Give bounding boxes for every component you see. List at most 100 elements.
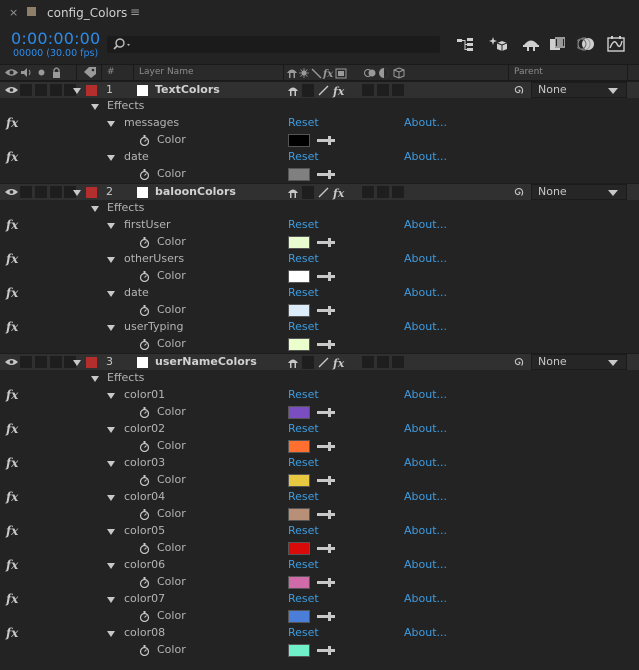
about-link[interactable]: About... xyxy=(404,150,447,163)
composition-mini-flowchart-icon[interactable] xyxy=(456,36,474,52)
effect-name[interactable]: color01 xyxy=(124,388,165,401)
reset-link[interactable]: Reset xyxy=(288,524,319,537)
reset-link[interactable]: Reset xyxy=(288,592,319,605)
stopwatch-icon[interactable] xyxy=(139,169,150,180)
fx-icon[interactable]: fx xyxy=(6,116,18,130)
effects-group-row[interactable]: Effects xyxy=(0,370,639,387)
fx-icon[interactable]: fx xyxy=(6,388,18,402)
about-link[interactable]: About... xyxy=(404,286,447,299)
about-link[interactable]: About... xyxy=(404,456,447,469)
effect-twirl-down-icon[interactable] xyxy=(107,563,115,569)
fx-icon[interactable]: fx xyxy=(6,320,18,334)
about-link[interactable]: About... xyxy=(404,388,447,401)
reset-link[interactable]: Reset xyxy=(288,218,319,231)
eyedropper-icon[interactable] xyxy=(317,136,335,145)
effect-twirl-down-icon[interactable] xyxy=(107,529,115,535)
mode-switch[interactable] xyxy=(362,356,374,368)
eyedropper-icon[interactable] xyxy=(317,544,335,553)
label-color-swatch[interactable] xyxy=(86,357,97,368)
chevron-down-icon[interactable] xyxy=(608,360,618,366)
effect-name[interactable]: color08 xyxy=(124,626,165,639)
effect-row[interactable]: fx color06 Reset About... xyxy=(0,557,639,574)
effect-name[interactable]: color02 xyxy=(124,422,165,435)
chevron-down-icon[interactable] xyxy=(608,88,618,94)
fx-icon[interactable]: fx xyxy=(6,592,18,606)
fx-icon[interactable]: fx xyxy=(6,490,18,504)
eyedropper-icon[interactable] xyxy=(317,306,335,315)
property-row[interactable]: Color xyxy=(0,336,639,353)
reset-link[interactable]: Reset xyxy=(288,252,319,265)
reset-link[interactable]: Reset xyxy=(288,116,319,129)
effect-name[interactable]: firstUser xyxy=(124,218,171,231)
fx-icon[interactable]: fx xyxy=(6,286,18,300)
layer-twirl-down-icon[interactable] xyxy=(73,88,81,94)
property-row[interactable]: Color xyxy=(0,574,639,591)
effect-row[interactable]: fx color05 Reset About... xyxy=(0,523,639,540)
color-swatch[interactable] xyxy=(288,542,310,555)
color-swatch[interactable] xyxy=(288,338,310,351)
lock-toggle[interactable] xyxy=(50,186,62,198)
effects-group-row[interactable]: Effects xyxy=(0,98,639,115)
effect-row[interactable]: fx color08 Reset About... xyxy=(0,625,639,642)
effects-twirl-down-icon[interactable] xyxy=(91,376,99,382)
reset-link[interactable]: Reset xyxy=(288,456,319,469)
eyedropper-icon[interactable] xyxy=(317,612,335,621)
property-row[interactable]: Color xyxy=(0,166,639,183)
effect-row[interactable]: fx firstUser Reset About... xyxy=(0,217,639,234)
mode-switch[interactable] xyxy=(377,356,389,368)
about-link[interactable]: About... xyxy=(404,218,447,231)
effect-twirl-down-icon[interactable] xyxy=(107,495,115,501)
stopwatch-icon[interactable] xyxy=(139,237,150,248)
property-row[interactable]: Color xyxy=(0,506,639,523)
effect-row[interactable]: fx color07 Reset About... xyxy=(0,591,639,608)
eyedropper-icon[interactable] xyxy=(317,408,335,417)
mode-switch[interactable] xyxy=(392,84,404,96)
about-link[interactable]: About... xyxy=(404,592,447,605)
tab-title[interactable]: config_Colors xyxy=(47,6,127,20)
label-color-swatch[interactable] xyxy=(86,85,97,96)
color-swatch[interactable] xyxy=(288,508,310,521)
eyedropper-icon[interactable] xyxy=(317,272,335,281)
reset-link[interactable]: Reset xyxy=(288,286,319,299)
property-row[interactable]: Color xyxy=(0,438,639,455)
effect-name[interactable]: color03 xyxy=(124,456,165,469)
video-eye-icon[interactable] xyxy=(5,86,18,94)
reset-link[interactable]: Reset xyxy=(288,490,319,503)
color-swatch[interactable] xyxy=(288,644,310,657)
stopwatch-icon[interactable] xyxy=(139,509,150,520)
effects-twirl-down-icon[interactable] xyxy=(91,206,99,212)
eyedropper-icon[interactable] xyxy=(317,476,335,485)
effect-twirl-down-icon[interactable] xyxy=(107,257,115,263)
about-link[interactable]: About... xyxy=(404,524,447,537)
layer-switches[interactable]: fx xyxy=(286,185,350,200)
fx-icon[interactable]: fx xyxy=(6,558,18,572)
layer-name[interactable]: baloonColors xyxy=(155,185,236,198)
pick-whip-icon[interactable] xyxy=(513,85,524,96)
effects-twirl-down-icon[interactable] xyxy=(91,104,99,110)
color-swatch[interactable] xyxy=(288,474,310,487)
reset-link[interactable]: Reset xyxy=(288,422,319,435)
layer-row[interactable]: 2 baloonColors fx None xyxy=(0,183,639,200)
about-link[interactable]: About... xyxy=(404,626,447,639)
effect-twirl-down-icon[interactable] xyxy=(107,427,115,433)
effects-group-row[interactable]: Effects xyxy=(0,200,639,217)
effect-row[interactable]: fx color02 Reset About... xyxy=(0,421,639,438)
stopwatch-icon[interactable] xyxy=(139,441,150,452)
column-number-header[interactable]: # xyxy=(107,67,115,77)
layer-row[interactable]: 1 TextColors fx None xyxy=(0,81,639,98)
about-link[interactable]: About... xyxy=(404,490,447,503)
color-swatch[interactable] xyxy=(288,304,310,317)
lock-toggle[interactable] xyxy=(50,84,62,96)
effect-twirl-down-icon[interactable] xyxy=(107,597,115,603)
audio-toggle[interactable] xyxy=(20,356,32,368)
pick-whip-icon[interactable] xyxy=(513,357,524,368)
column-layer-name-header[interactable]: Layer Name xyxy=(139,67,194,77)
fx-icon[interactable]: fx xyxy=(6,524,18,538)
video-eye-icon[interactable] xyxy=(5,68,18,77)
effect-row[interactable]: fx messages Reset About... xyxy=(0,115,639,132)
label-color-swatch[interactable] xyxy=(86,187,97,198)
eyedropper-icon[interactable] xyxy=(317,238,335,247)
stopwatch-icon[interactable] xyxy=(139,135,150,146)
current-time-display[interactable]: 0:00:00:00 xyxy=(11,29,100,48)
solo-dot-icon[interactable] xyxy=(38,69,45,76)
